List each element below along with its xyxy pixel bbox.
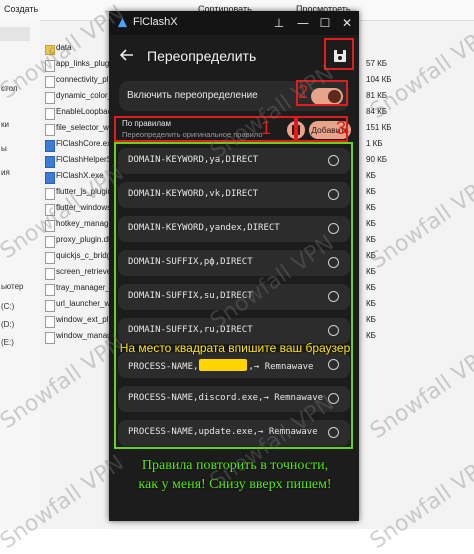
sidebar-item-this-pc[interactable]: ьютер	[1, 282, 23, 291]
sidebar-item-drive-e[interactable]: (E:)	[1, 338, 14, 347]
sidebar-item-drive-c[interactable]: (C:)	[1, 302, 14, 311]
annotation-caption-browser: На место квадрата впишите ваш браузер	[119, 341, 351, 355]
minimize-icon[interactable]: —	[295, 15, 311, 31]
annotation-number-2: 2	[298, 82, 309, 102]
file-icon	[45, 76, 55, 88]
file-icon	[45, 332, 55, 344]
annotation-box-rules-list	[114, 142, 353, 449]
caption-line-2: как у меня! Снизу вверх пишем!	[138, 477, 332, 492]
file-icon	[45, 236, 55, 248]
file-icon	[45, 268, 55, 280]
file-icon	[45, 220, 55, 232]
close-icon[interactable]: ✕	[339, 15, 355, 31]
annotation-caption-instructions: Правила повторить в точности, как у меня…	[110, 456, 360, 494]
window-titlebar: FlClashX ⊥ — ☐ ✕	[109, 11, 359, 35]
file-icon	[45, 316, 55, 328]
annotation-box-save	[324, 38, 354, 70]
file-icon	[45, 60, 55, 72]
exe-icon	[45, 156, 55, 168]
annotation-number-1: 1	[261, 118, 272, 138]
file-icon	[45, 188, 55, 200]
page-title: Переопределить	[147, 48, 257, 64]
sidebar-item[interactable]: ы	[1, 144, 7, 153]
file-icon	[45, 92, 55, 104]
file-icon	[45, 108, 55, 120]
explorer-sidebar: стол ки ы ия ьютер (C:) (D:) (E:)	[0, 20, 40, 529]
file-icon	[45, 252, 55, 264]
sidebar-selected-item[interactable]	[0, 27, 30, 41]
sidebar-item[interactable]: ия	[1, 168, 10, 177]
pin-icon[interactable]: ⊥	[271, 15, 287, 31]
exe-icon	[45, 172, 55, 184]
create-button[interactable]: Создать	[4, 4, 38, 14]
folder-icon	[45, 45, 55, 55]
file-icon	[45, 204, 55, 216]
page-header: Переопределить	[109, 35, 359, 79]
override-toggle-label: Включить переопределение	[127, 90, 258, 101]
file-icon	[45, 284, 55, 296]
window-title: FlClashX	[133, 16, 178, 28]
back-arrow-icon[interactable]	[119, 47, 135, 63]
annotation-number-3: 3	[336, 118, 347, 138]
sidebar-item[interactable]: стол	[1, 84, 18, 93]
sidebar-item-drive-d[interactable]: (D:)	[1, 320, 14, 329]
caption-line-1: Правила повторить в точности,	[141, 458, 329, 473]
app-logo-icon	[117, 17, 128, 28]
file-icon	[45, 300, 55, 312]
exe-icon	[45, 140, 55, 152]
sidebar-item[interactable]: ки	[1, 120, 9, 129]
file-icon	[45, 124, 55, 136]
maximize-icon[interactable]: ☐	[317, 15, 333, 31]
